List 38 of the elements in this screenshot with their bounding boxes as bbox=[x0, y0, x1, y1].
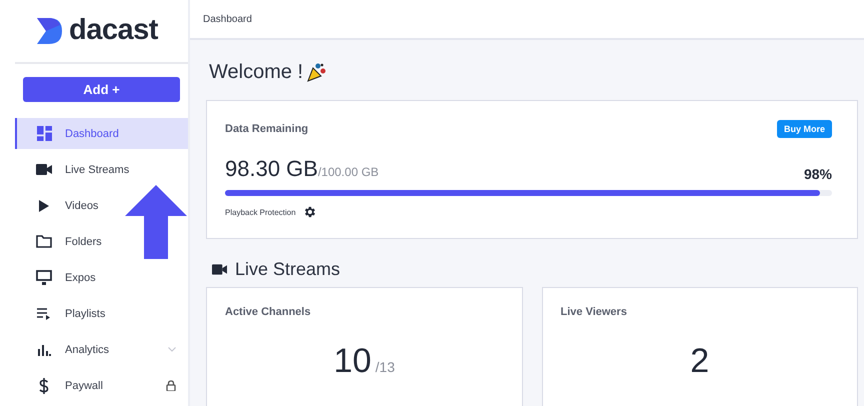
add-button[interactable]: Add + bbox=[23, 76, 180, 102]
sidebar-item[interactable]: Videos bbox=[15, 190, 188, 221]
data-total: /100.00 GB bbox=[318, 165, 379, 179]
playlist-icon bbox=[37, 308, 51, 320]
logo-icon bbox=[37, 18, 64, 44]
video-camera-icon bbox=[212, 264, 227, 274]
card-title: Live Viewers bbox=[560, 306, 628, 318]
settings-icon[interactable] bbox=[302, 205, 317, 219]
arrow-annotation-icon bbox=[125, 185, 187, 259]
stat-total: /13 bbox=[375, 359, 395, 375]
data-amount: 98.30 GB bbox=[225, 156, 318, 181]
party-popper-icon bbox=[307, 62, 328, 82]
sidebar-item[interactable]: Paywall bbox=[15, 370, 188, 401]
sidebar-item[interactable]: Folders bbox=[15, 226, 188, 257]
breadcrumb: Dashboard bbox=[203, 14, 252, 24]
card-title: Data Remaining bbox=[225, 123, 308, 135]
dollar-icon bbox=[39, 378, 49, 394]
sidebar-item[interactable]: Playlists bbox=[15, 298, 188, 329]
play-icon bbox=[39, 200, 49, 212]
sidebar-item[interactable]: Live Streams bbox=[15, 154, 188, 185]
welcome-heading: Welcome ! bbox=[209, 60, 304, 84]
sidebar-item[interactable]: Dashboard bbox=[15, 118, 188, 149]
sidebar-item[interactable]: Analytics bbox=[15, 334, 188, 365]
data-percent: 98% bbox=[804, 166, 832, 182]
card-title: Active Channels bbox=[225, 306, 312, 318]
folder-icon bbox=[36, 235, 52, 248]
bar-chart-icon bbox=[38, 344, 50, 356]
logo-text: dacast bbox=[69, 14, 158, 48]
playback-protection-label: Playback Protection bbox=[225, 208, 296, 216]
stat-value: 2 bbox=[690, 342, 710, 381]
chevron-down-icon bbox=[168, 347, 176, 352]
monitor-icon bbox=[36, 270, 52, 285]
stat-value: 10 bbox=[334, 342, 372, 381]
live-streams-heading: Live Streams bbox=[235, 258, 340, 280]
dashboard-icon bbox=[36, 126, 52, 141]
lock-icon bbox=[166, 380, 176, 391]
video-camera-icon bbox=[36, 164, 52, 175]
sidebar-item[interactable]: Expos bbox=[15, 262, 188, 293]
